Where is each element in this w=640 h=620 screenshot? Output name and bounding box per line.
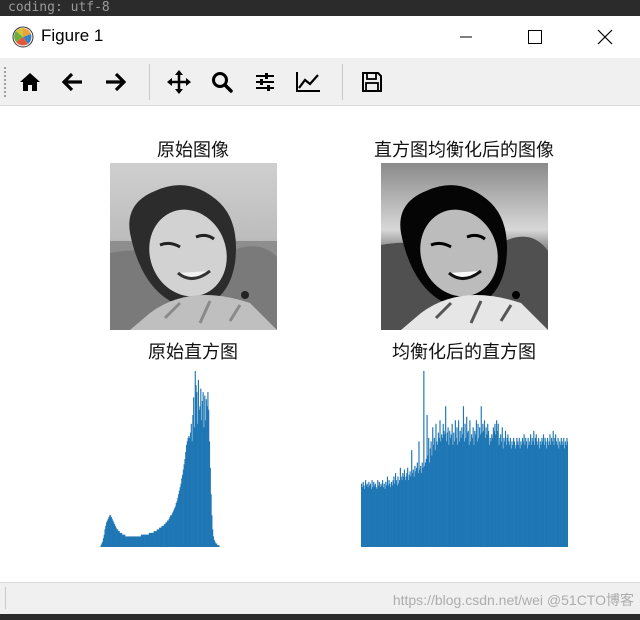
forward-arrow-icon — [106, 72, 126, 92]
back-button[interactable] — [57, 66, 89, 98]
configure-subplots-icon — [256, 73, 274, 91]
figure-window: Figure 1 原始图像 直方图均衡化后的图像 原始直方图 均衡化后的直方图 … — [0, 16, 640, 614]
histogram-bar — [567, 441, 568, 547]
matplotlib-logo-icon — [12, 26, 34, 48]
zoom-button[interactable] — [206, 66, 238, 98]
forward-button[interactable] — [99, 66, 131, 98]
edit-axis-button[interactable] — [292, 66, 324, 98]
original-histogram-chart — [100, 371, 220, 547]
zoom-magnifier-icon — [212, 72, 233, 93]
minimize-icon — [460, 36, 472, 38]
toolbar-separator — [149, 64, 150, 100]
configure-subplots-button[interactable] — [249, 66, 281, 98]
equalized-histogram-title: 均衡化后的直方图 — [392, 342, 536, 363]
title-bar: Figure 1 — [0, 16, 640, 58]
close-button[interactable] — [575, 16, 635, 58]
save-button[interactable] — [356, 66, 388, 98]
bottom-strip — [0, 614, 640, 620]
minimize-button[interactable] — [436, 16, 496, 58]
close-icon — [597, 29, 613, 45]
editor-background-text: coding: utf-8 — [0, 0, 640, 16]
maximize-button[interactable] — [505, 16, 565, 58]
equalized-image — [381, 163, 548, 330]
figure-canvas[interactable]: 原始图像 直方图均衡化后的图像 原始直方图 均衡化后的直方图 — [0, 106, 640, 582]
original-histogram-title: 原始直方图 — [148, 342, 238, 363]
pan-button[interactable] — [163, 66, 195, 98]
toolbar-separator — [342, 64, 343, 100]
maximize-icon — [528, 30, 542, 44]
equalized-histogram-chart — [361, 371, 568, 547]
histogram-bar — [218, 545, 220, 547]
navigation-toolbar — [0, 58, 640, 106]
back-arrow-icon — [62, 72, 82, 92]
equalized-image-title: 直方图均衡化后的图像 — [374, 140, 554, 161]
edit-axis-icon — [296, 72, 320, 92]
status-bar: https://blog.csdn.net/wei @51CTO博客 — [0, 582, 640, 614]
home-icon — [20, 73, 40, 91]
home-button[interactable] — [14, 66, 46, 98]
watermark-text: https://blog.csdn.net/wei @51CTO博客 — [392, 592, 634, 608]
original-image-title: 原始图像 — [157, 140, 229, 161]
window-title: Figure 1 — [41, 26, 104, 45]
save-floppy-icon — [362, 72, 382, 92]
toolbar-grip[interactable] — [3, 66, 7, 98]
pan-move-icon — [167, 70, 191, 94]
status-divider — [5, 587, 6, 609]
original-image — [110, 163, 277, 330]
